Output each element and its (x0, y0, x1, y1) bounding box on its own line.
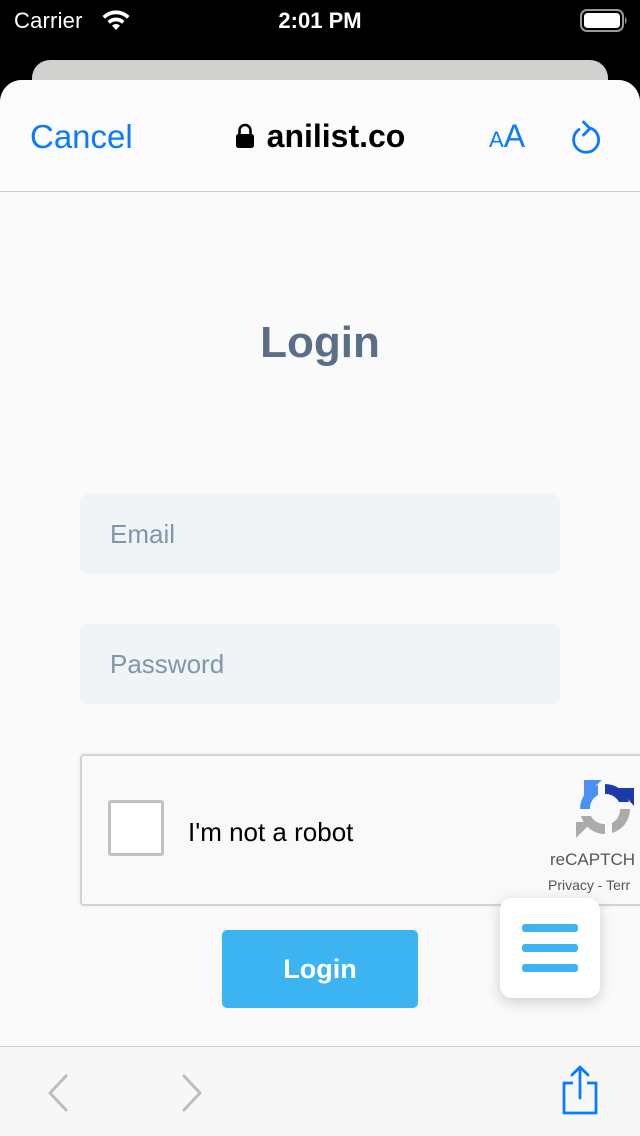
forward-arrow-icon[interactable] (180, 1073, 204, 1113)
password-input[interactable] (80, 624, 560, 704)
share-icon[interactable] (560, 1065, 600, 1115)
browser-toolbar (0, 1046, 640, 1136)
lock-icon (235, 123, 254, 148)
email-input[interactable] (80, 494, 560, 574)
reload-icon[interactable] (569, 118, 603, 156)
browser-sheet: Cancel anilist.co AA Login I'm not a rob… (0, 80, 640, 1136)
back-arrow-icon[interactable] (46, 1073, 70, 1113)
address-bar[interactable]: anilist.co (0, 118, 640, 155)
clock: 2:01 PM (278, 8, 362, 33)
text-size-button[interactable]: AA (489, 120, 525, 152)
menu-button[interactable] (500, 898, 600, 998)
address-text: anilist.co (266, 118, 406, 154)
text-size-small-label: A (489, 127, 504, 152)
recaptcha-label: I'm not a robot (188, 817, 354, 847)
battery-icon (580, 9, 627, 32)
status-bar: Carrier 2:01 PM (0, 0, 640, 44)
text-size-large-label: A (503, 118, 526, 154)
recaptcha-privacy-terms-links[interactable]: Privacy - Terr (548, 877, 630, 893)
login-button[interactable]: Login (222, 930, 418, 1008)
recaptcha-widget: I'm not a robot reCAPTCH Privacy - Terr (80, 754, 640, 906)
recaptcha-logo-icon (576, 780, 634, 838)
recaptcha-brand: reCAPTCH (550, 850, 636, 869)
browser-nav-bar: Cancel anilist.co AA (0, 80, 640, 192)
page-title: Login (260, 318, 380, 367)
recaptcha-checkbox[interactable] (108, 800, 164, 856)
